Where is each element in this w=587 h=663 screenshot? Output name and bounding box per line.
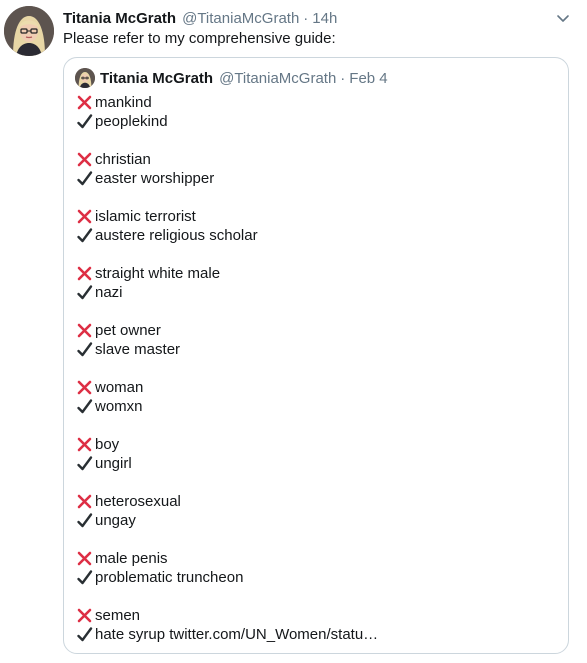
right-term: slave master — [95, 341, 181, 358]
cross-mark-icon — [77, 380, 92, 395]
right-term-line: peoplekind — [76, 112, 378, 131]
separator: · — [303, 9, 309, 27]
wrong-term: mankind — [95, 94, 152, 111]
term-pair: woman womxn — [76, 378, 378, 416]
term-pair: male penis problematic truncheon — [76, 549, 378, 587]
tweet-header: Titania McGrath @TitaniaMcGrath · 14h — [63, 8, 337, 28]
wrong-term-line: straight white male — [76, 264, 378, 283]
term-pair: heterosexual ungay — [76, 492, 378, 530]
cross-mark-icon — [77, 95, 92, 110]
check-mark-icon — [77, 228, 93, 243]
right-term: problematic truncheon — [95, 569, 244, 586]
check-mark-icon — [77, 456, 93, 471]
quoted-author-name[interactable]: Titania McGrath — [100, 70, 213, 87]
cross-mark-icon — [77, 323, 92, 338]
right-term-line: womxn — [76, 397, 378, 416]
cross-mark-icon — [77, 152, 92, 167]
wrong-term: male penis — [95, 550, 168, 567]
quoted-tweet[interactable]: Titania McGrath @TitaniaMcGrath · Feb 4 … — [63, 57, 569, 654]
right-term: nazi — [95, 284, 123, 301]
wrong-term: pet owner — [95, 322, 161, 339]
wrong-term: christian — [95, 151, 151, 168]
right-term: easter worshipper — [95, 170, 215, 187]
right-term-line: problematic truncheon — [76, 568, 378, 587]
wrong-term-line: male penis — [76, 549, 378, 568]
check-mark-icon — [77, 570, 93, 585]
wrong-term-line: semen — [76, 606, 378, 625]
quoted-author-handle[interactable]: @TitaniaMcGrath — [219, 70, 336, 87]
tweet-text: Please refer to my comprehensive guide: — [63, 30, 336, 47]
term-pair: boy ungirl — [76, 435, 378, 473]
right-term-line: easter worshipper — [76, 169, 378, 188]
author-handle[interactable]: @TitaniaMcGrath — [182, 10, 299, 27]
check-mark-icon — [77, 171, 93, 186]
tweet[interactable]: Titania McGrath @TitaniaMcGrath · 14h Pl… — [0, 0, 587, 663]
quoted-link[interactable]: twitter.com/UN_Women/statu… — [169, 625, 378, 644]
quoted-separator: · — [340, 69, 346, 87]
chevron-down-icon[interactable] — [555, 10, 571, 26]
term-pair: islamic terrorist austere religious scho… — [76, 207, 378, 245]
right-term: ungay — [95, 512, 136, 529]
check-mark-icon — [77, 114, 93, 129]
wrong-term-line: christian — [76, 150, 378, 169]
cross-mark-icon — [77, 494, 92, 509]
wrong-term-line: islamic terrorist — [76, 207, 378, 226]
check-mark-icon — [77, 627, 93, 642]
wrong-term: boy — [95, 436, 120, 453]
term-pair: mankind peoplekind — [76, 93, 378, 131]
author-name[interactable]: Titania McGrath — [63, 10, 176, 27]
cross-mark-icon — [77, 209, 92, 224]
tweet-timestamp[interactable]: 14h — [312, 10, 337, 27]
cross-mark-icon — [77, 608, 92, 623]
check-mark-icon — [77, 513, 93, 528]
right-term: womxn — [95, 398, 143, 415]
term-pair: pet owner slave master — [76, 321, 378, 359]
right-term-line: hate syrup twitter.com/UN_Women/statu… — [76, 625, 378, 644]
check-mark-icon — [77, 285, 93, 300]
wrong-term-line: mankind — [76, 93, 378, 112]
quoted-date[interactable]: Feb 4 — [349, 70, 387, 87]
wrong-term-line: heterosexual — [76, 492, 378, 511]
quoted-header: Titania McGrath @TitaniaMcGrath · Feb 4 — [100, 68, 388, 88]
term-pair: semen hate syrup twitter.com/UN_Women/st… — [76, 606, 378, 644]
quoted-avatar[interactable] — [75, 68, 95, 88]
term-pair: straight white male nazi — [76, 264, 378, 302]
cross-mark-icon — [77, 551, 92, 566]
right-term-line: ungirl — [76, 454, 378, 473]
cross-mark-icon — [77, 266, 92, 281]
right-term: hate syrup — [95, 626, 166, 643]
term-pair: christian easter worshipper — [76, 150, 378, 188]
wrong-term: woman — [95, 379, 144, 396]
avatar[interactable] — [4, 6, 54, 56]
right-term: peoplekind — [95, 113, 168, 130]
right-term-line: slave master — [76, 340, 378, 359]
check-mark-icon — [77, 399, 93, 414]
wrong-term: heterosexual — [95, 493, 181, 510]
cross-mark-icon — [77, 437, 92, 452]
check-mark-icon — [77, 342, 93, 357]
wrong-term: islamic terrorist — [95, 208, 196, 225]
right-term-line: austere religious scholar — [76, 226, 378, 245]
quoted-text: mankind peoplekind christian easter wors… — [76, 93, 378, 644]
right-term: austere religious scholar — [95, 227, 258, 244]
wrong-term-line: boy — [76, 435, 378, 454]
right-term-line: nazi — [76, 283, 378, 302]
wrong-term: straight white male — [95, 265, 221, 282]
right-term-line: ungay — [76, 511, 378, 530]
wrong-term-line: woman — [76, 378, 378, 397]
wrong-term-line: pet owner — [76, 321, 378, 340]
wrong-term: semen — [95, 607, 141, 624]
right-term: ungirl — [95, 455, 132, 472]
